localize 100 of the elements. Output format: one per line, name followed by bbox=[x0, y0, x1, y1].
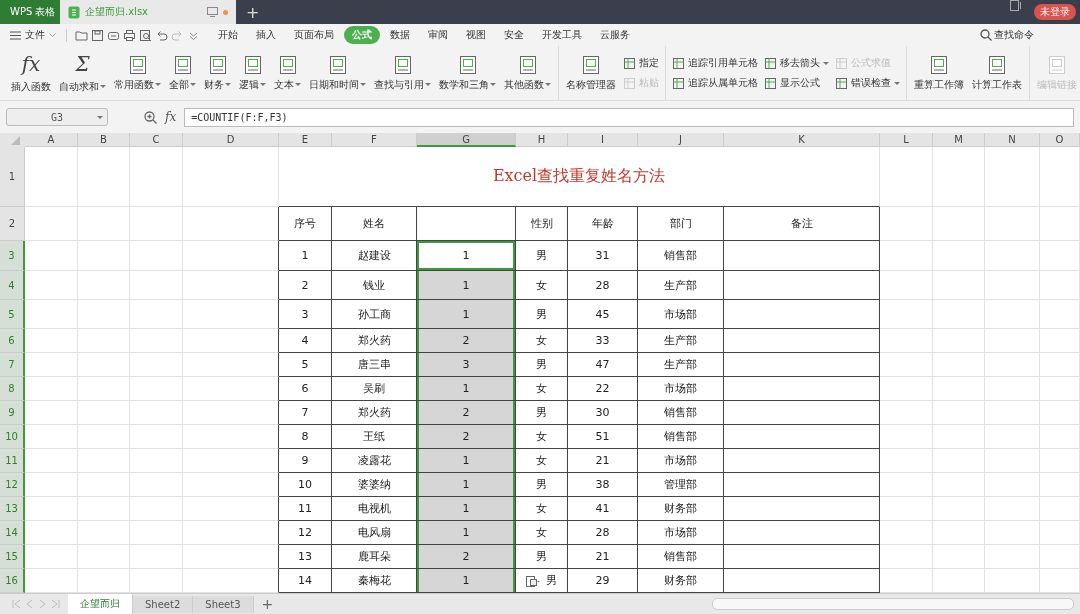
table-cell: 序号 bbox=[279, 207, 332, 241]
column-header[interactable]: G bbox=[417, 133, 516, 147]
ribbon-button[interactable]: 名称管理器 bbox=[563, 46, 619, 100]
print-icon[interactable] bbox=[123, 28, 136, 42]
new-tab-button[interactable]: + bbox=[236, 0, 270, 24]
column-header[interactable]: O bbox=[1040, 133, 1080, 147]
name-box[interactable]: G3 bbox=[6, 108, 108, 126]
zoom-icon[interactable] bbox=[144, 110, 157, 124]
row-header[interactable]: 5 bbox=[0, 300, 25, 329]
column-header[interactable]: J bbox=[638, 133, 724, 147]
ribbon-button[interactable]: 显示公式 bbox=[762, 76, 831, 90]
undo-icon[interactable] bbox=[155, 28, 168, 42]
ribbon-button[interactable]: 文本 bbox=[271, 46, 304, 100]
ribbon-button[interactable]: 计算工作表 bbox=[969, 46, 1025, 100]
table-cell: 3 bbox=[279, 300, 332, 329]
ribbon-button[interactable]: 逻辑 bbox=[236, 46, 269, 100]
ribbon-button[interactable]: fx 插入函数 bbox=[8, 46, 54, 100]
row-header[interactable]: 3 bbox=[0, 241, 25, 271]
row-header[interactable]: 10 bbox=[0, 425, 25, 449]
empty-cell bbox=[1040, 425, 1080, 449]
ribbon-tab[interactable]: 页面布局 bbox=[286, 26, 342, 44]
column-header[interactable]: D bbox=[183, 133, 279, 147]
empty-cell bbox=[880, 449, 933, 473]
ribbon-button[interactable]: 重算工作簿 bbox=[911, 46, 967, 100]
formula-field[interactable]: =COUNTIF(F:F,F3) bbox=[184, 107, 1074, 127]
row-header[interactable]: 9 bbox=[0, 401, 25, 425]
column-header[interactable]: A bbox=[25, 133, 78, 147]
sheet-tab[interactable]: Sheet2 bbox=[133, 595, 194, 613]
empty-cell bbox=[880, 329, 933, 353]
ribbon-tab[interactable]: 开发工具 bbox=[534, 26, 590, 44]
ribbon-button[interactable]: Σ 自动求和 bbox=[56, 46, 109, 100]
ribbon-tab[interactable]: 插入 bbox=[248, 26, 284, 44]
table-cell: 33 bbox=[568, 329, 638, 353]
column-header[interactable]: N bbox=[985, 133, 1040, 147]
ribbon-button[interactable]: 常用函数 bbox=[111, 46, 164, 100]
column-header[interactable]: K bbox=[724, 133, 880, 147]
ribbon-tab[interactable]: 视图 bbox=[458, 26, 494, 44]
search-command-button[interactable]: 查找命令 bbox=[974, 27, 1040, 43]
row-header[interactable]: 16 bbox=[0, 569, 25, 593]
row-header[interactable]: 1 bbox=[0, 147, 25, 207]
ribbon-button[interactable]: 追踪引用单元格 bbox=[670, 56, 760, 70]
grid-icon bbox=[835, 76, 848, 90]
save-icon[interactable] bbox=[91, 28, 104, 42]
folder-icon[interactable] bbox=[75, 28, 88, 42]
column-header[interactable]: E bbox=[279, 133, 332, 147]
app-tab[interactable]: WPS 表格 bbox=[0, 0, 60, 24]
table-cell: 男 bbox=[516, 473, 568, 497]
horizontal-scrollbar[interactable] bbox=[712, 598, 1074, 610]
ribbon-tab[interactable]: 开始 bbox=[210, 26, 246, 44]
row-header[interactable]: 8 bbox=[0, 377, 25, 401]
column-header[interactable]: I bbox=[568, 133, 638, 147]
row-header[interactable]: 13 bbox=[0, 497, 25, 521]
window-icon[interactable] bbox=[1010, 0, 1022, 11]
empty-cell bbox=[1040, 545, 1080, 569]
ribbon-button[interactable]: 移去箭头 bbox=[762, 56, 831, 70]
file-menu[interactable]: 文件 bbox=[6, 28, 60, 42]
ribbon-tab[interactable]: 数据 bbox=[382, 26, 418, 44]
row-header[interactable]: 2 bbox=[0, 207, 25, 241]
caret-icon bbox=[97, 116, 103, 119]
empty-cell bbox=[1040, 521, 1080, 545]
column-header[interactable]: H bbox=[516, 133, 568, 147]
chevron-icon bbox=[49, 33, 56, 37]
ribbon-button[interactable]: 其他函数 bbox=[501, 46, 554, 100]
ribbon-button[interactable]: 数学和三角 bbox=[436, 46, 499, 100]
ribbon-button[interactable]: 查找与引用 bbox=[371, 46, 434, 100]
ribbon-button[interactable]: 错误检查 bbox=[833, 76, 902, 90]
ribbon-button[interactable]: 日期和时间 bbox=[306, 46, 369, 100]
table-cell: 2 bbox=[417, 329, 516, 353]
ribbon-tab[interactable]: 云服务 bbox=[592, 26, 638, 44]
column-header[interactable]: M bbox=[933, 133, 985, 147]
document-icon bbox=[987, 54, 1007, 75]
row-header[interactable]: 15 bbox=[0, 545, 25, 569]
function-label[interactable]: fx bbox=[165, 110, 177, 124]
row-header[interactable]: 6 bbox=[0, 329, 25, 353]
empty-cell bbox=[1040, 271, 1080, 300]
row-header[interactable]: 12 bbox=[0, 473, 25, 497]
column-header[interactable]: F bbox=[332, 133, 417, 147]
grid-icon bbox=[764, 56, 777, 70]
ribbon-button[interactable]: 财务 bbox=[201, 46, 234, 100]
column-header[interactable]: C bbox=[130, 133, 183, 147]
document-icon bbox=[172, 54, 193, 75]
sheet-tab[interactable]: Sheet3 bbox=[193, 595, 254, 613]
table-cell: 1 bbox=[417, 521, 516, 545]
column-header[interactable]: L bbox=[880, 133, 933, 147]
row-header[interactable]: 14 bbox=[0, 521, 25, 545]
column-header[interactable]: B bbox=[78, 133, 130, 147]
preview-icon[interactable] bbox=[139, 28, 152, 42]
empty-cell bbox=[130, 449, 183, 473]
row-header[interactable]: 11 bbox=[0, 449, 25, 473]
paste-options-icon[interactable] bbox=[526, 574, 540, 587]
ribbon-button[interactable]: 追踪从属单元格 bbox=[670, 76, 760, 90]
row-header[interactable]: 7 bbox=[0, 353, 25, 377]
row-header[interactable]: 4 bbox=[0, 271, 25, 300]
ribbon-button[interactable]: 指定 bbox=[621, 56, 661, 70]
ribbon-button[interactable]: 全部 bbox=[166, 46, 199, 100]
add-sheet-button[interactable]: + bbox=[253, 596, 282, 612]
sheet-tab[interactable]: 企望而归 bbox=[68, 594, 133, 614]
ribbon-tab[interactable]: 安全 bbox=[496, 26, 532, 44]
login-button[interactable]: 未登录 bbox=[1034, 4, 1076, 20]
ribbon-tab[interactable]: 审阅 bbox=[420, 26, 456, 44]
